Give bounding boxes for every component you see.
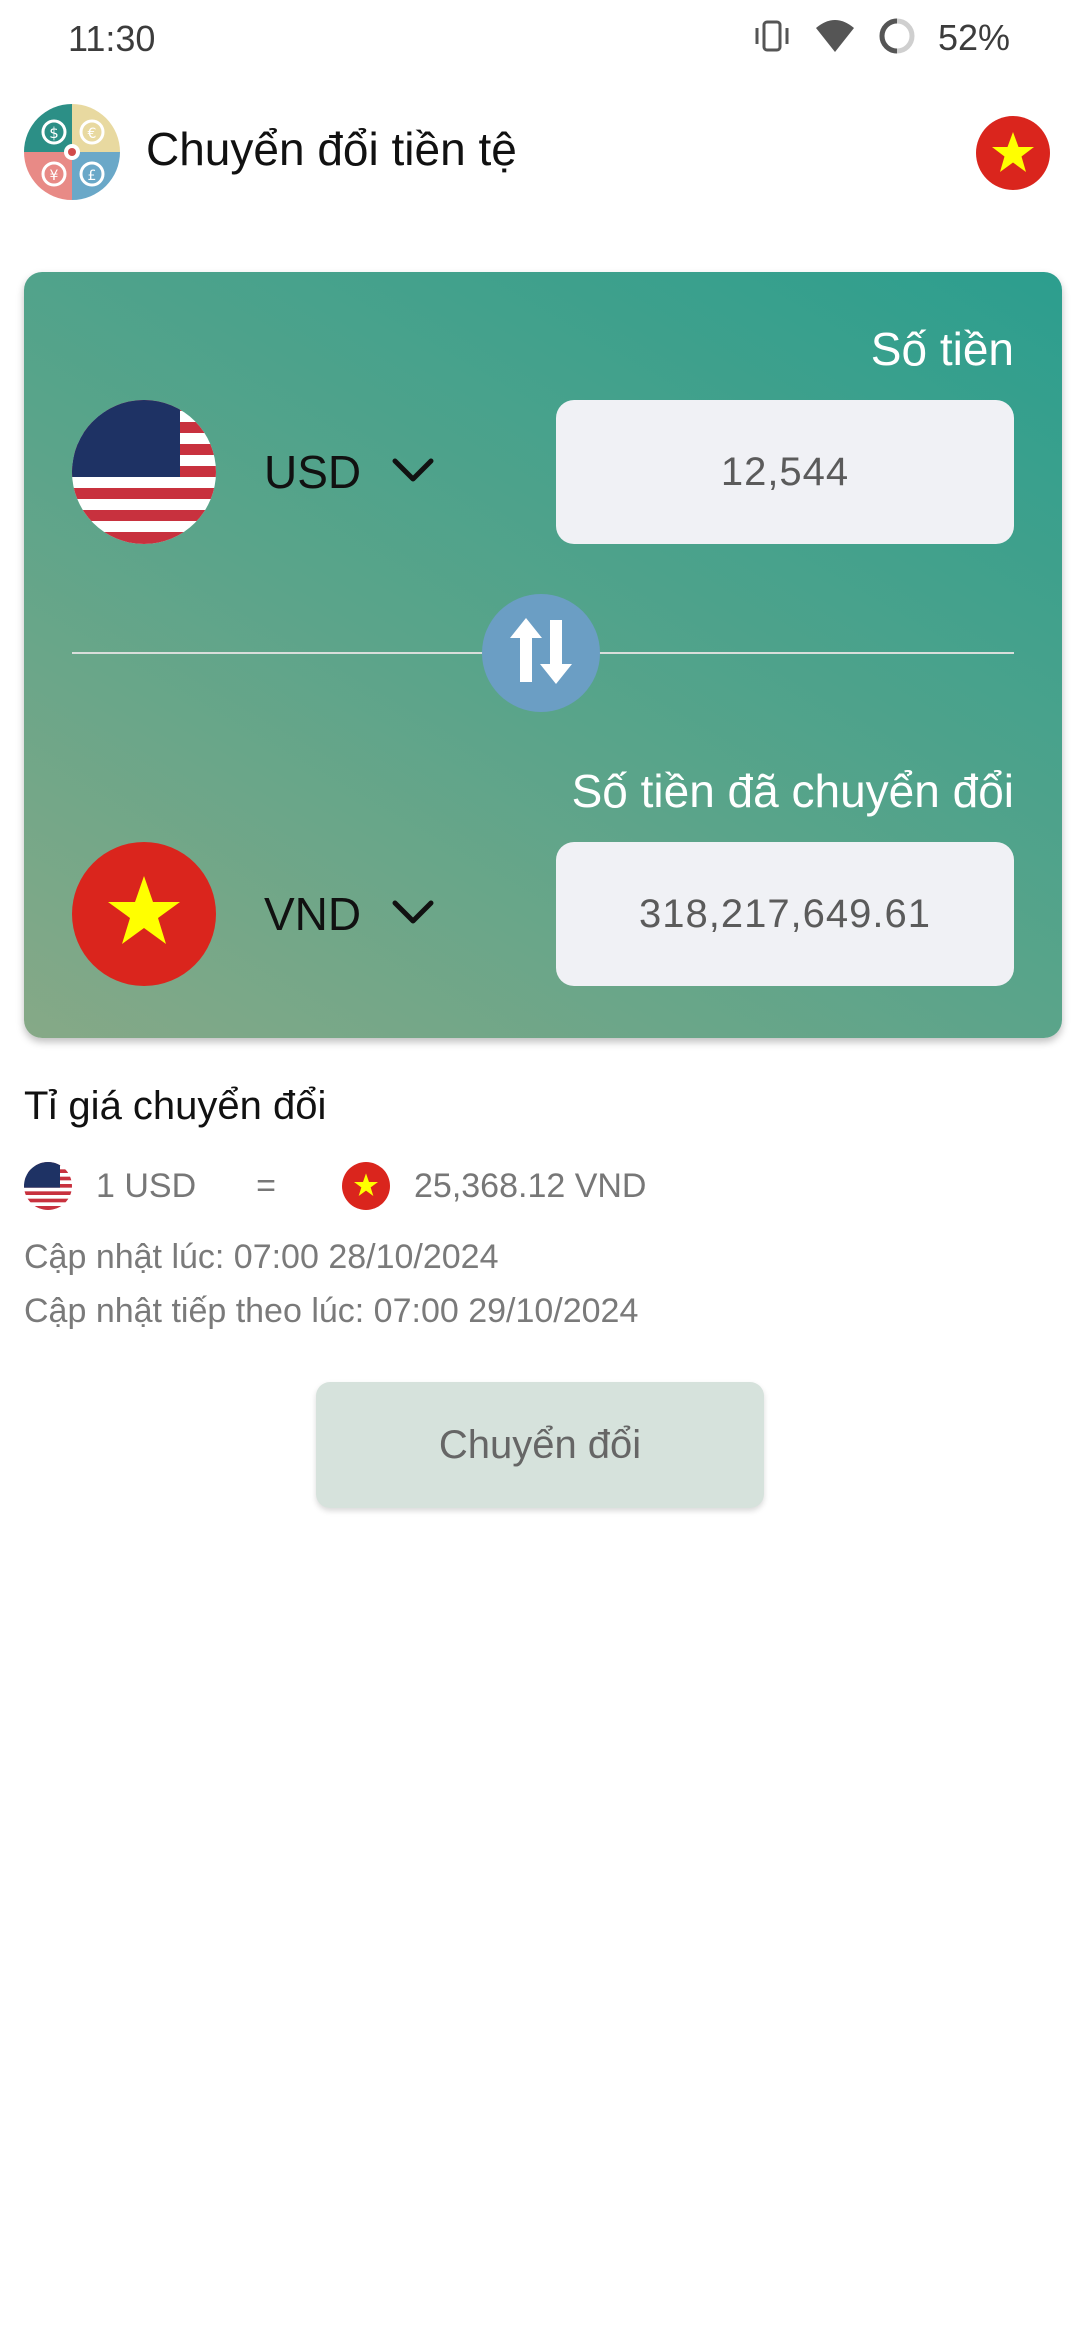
converted-amount-field: 318,217,649.61 [556, 842, 1014, 986]
rate-equals: = [256, 1166, 276, 1205]
converted-amount-label: Số tiền đã chuyển đổi [571, 765, 1014, 817]
svg-text:€: € [88, 126, 97, 142]
svg-text:¥: ¥ [50, 168, 59, 184]
usa-flag-icon [72, 400, 216, 544]
rate-from-text: 1 USD [96, 1166, 197, 1205]
status-time: 11:30 [68, 18, 156, 59]
app-header: $ € ¥ £ Chuyển đổi tiền tệ [0, 98, 1080, 208]
app-title: Chuyển đổi tiền tệ [146, 123, 517, 175]
from-currency-select[interactable]: USD [264, 400, 435, 544]
amount-input[interactable]: 12,544 [556, 400, 1014, 544]
wifi-icon [814, 18, 856, 59]
vietnam-flag-icon [342, 1162, 390, 1210]
chevron-down-icon [391, 457, 435, 488]
vibrate-icon [752, 18, 792, 59]
swap-arrows-icon [502, 612, 580, 695]
vietnam-flag-icon [72, 842, 216, 986]
rate-title: Tỉ giá chuyển đổi [24, 1084, 327, 1128]
convert-button[interactable]: Chuyển đổi [316, 1382, 764, 1508]
chevron-down-icon [391, 899, 435, 930]
rate-to-text: 25,368.12 VND [414, 1166, 647, 1205]
swap-button[interactable] [482, 594, 600, 712]
svg-text:$: $ [49, 124, 59, 142]
battery-icon [878, 17, 916, 60]
last-updated-text: Cập nhật lúc: 07:00 28/10/2024 [24, 1238, 499, 1276]
status-bar: 11:30 52% [0, 0, 1080, 80]
status-icons: 52% [752, 16, 1010, 60]
amount-label: Số tiền [870, 323, 1014, 375]
next-update-text: Cập nhật tiếp theo lúc: 07:00 29/10/2024 [24, 1292, 639, 1330]
svg-text:£: £ [88, 168, 97, 184]
to-currency-code: VND [264, 888, 362, 940]
usa-flag-icon [24, 1162, 72, 1210]
currency-logo-icon: $ € ¥ £ [24, 104, 120, 200]
converter-card: Số tiền USD 12,544 Số tiền đã chuyển đổi… [24, 272, 1062, 1038]
rate-row: 1 USD = 25,368.12 VND [24, 1160, 647, 1212]
vietnam-flag-icon[interactable] [976, 116, 1050, 190]
from-currency-code: USD [264, 446, 362, 498]
to-currency-select[interactable]: VND [264, 842, 435, 986]
battery-percent: 52% [937, 17, 1010, 58]
